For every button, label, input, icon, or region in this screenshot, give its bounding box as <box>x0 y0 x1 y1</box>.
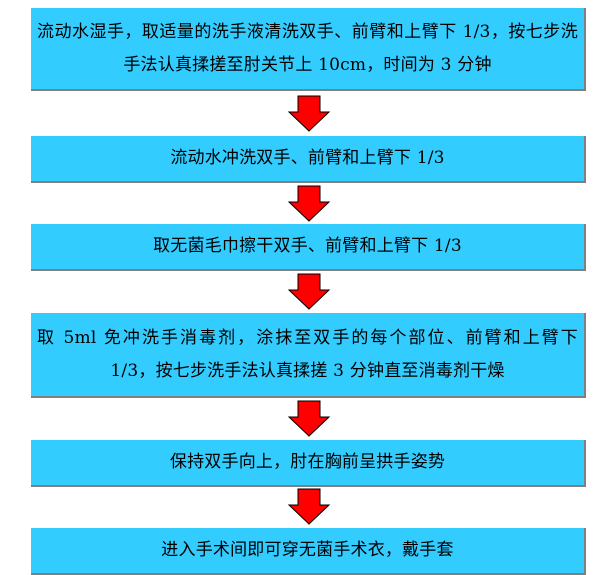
flow-step-3-text: 取无菌毛巾擦干双手、前臂和上臂下 1/3 <box>153 236 462 256</box>
down-arrow-icon <box>287 95 331 132</box>
flow-step-1-text: 流动水湿手，取适量的洗手液清洗双手、前臂和上臂下 1/3，按七步洗手法认真揉搓至… <box>37 21 578 75</box>
flow-step-6: 进入手术间即可穿无菌手术衣，戴手套 <box>31 528 586 575</box>
down-arrow-icon <box>287 273 331 310</box>
flow-step-5: 保持双手向上，肘在胸前呈拱手姿势 <box>31 440 586 487</box>
flow-step-4: 取 5ml 免冲洗手消毒剂，涂抹至双手的每个部位、前臂和上臂下 1/3，按七步洗… <box>31 313 586 398</box>
down-arrow-icon <box>287 488 331 525</box>
flow-step-5-text: 保持双手向上，肘在胸前呈拱手姿势 <box>169 452 446 472</box>
down-arrow-icon <box>287 400 331 437</box>
flow-step-1: 流动水湿手，取适量的洗手液清洗双手、前臂和上臂下 1/3，按七步洗手法认真揉搓至… <box>31 8 586 91</box>
flow-step-4-text: 取 5ml 免冲洗手消毒剂，涂抹至双手的每个部位、前臂和上臂下 1/3，按七步洗… <box>37 327 578 381</box>
flow-step-2: 流动水冲洗双手、前臂和上臂下 1/3 <box>31 136 586 183</box>
flow-step-6-text: 进入手术间即可穿无菌手术衣，戴手套 <box>161 540 454 560</box>
down-arrow-icon <box>287 185 331 222</box>
flow-step-3: 取无菌毛巾擦干双手、前臂和上臂下 1/3 <box>31 224 586 271</box>
flow-step-2-text: 流动水冲洗双手、前臂和上臂下 1/3 <box>170 148 445 168</box>
